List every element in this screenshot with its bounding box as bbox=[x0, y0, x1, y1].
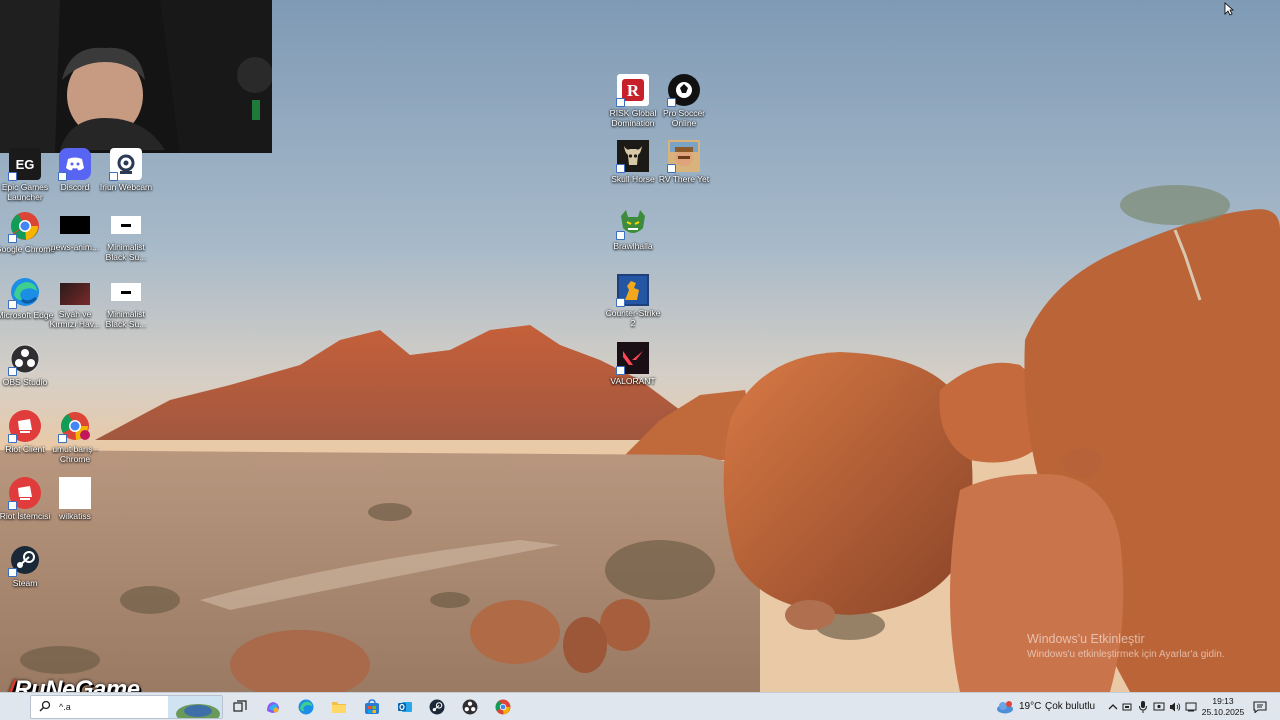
tray-app-icon bbox=[1122, 703, 1132, 711]
microsoft-store-icon bbox=[365, 699, 379, 714]
pro-soccer-icon bbox=[667, 74, 700, 107]
weather-temp: 19°C bbox=[1019, 701, 1042, 712]
risk-icon: R bbox=[616, 74, 649, 107]
taskbar-chrome-button[interactable] bbox=[493, 697, 513, 717]
counter-strike-icon bbox=[616, 274, 649, 307]
desktop-icon-minimalist-black-2[interactable]: Minimalist Black Su... bbox=[99, 283, 153, 329]
svg-text:R: R bbox=[627, 81, 640, 100]
taskbar-obs-button[interactable] bbox=[460, 697, 480, 717]
clock-time: 19:13 bbox=[1212, 696, 1234, 706]
display-button[interactable] bbox=[1151, 697, 1167, 717]
taskbar-search[interactable] bbox=[30, 695, 223, 719]
obs-icon bbox=[8, 343, 41, 376]
weather-button[interactable] bbox=[995, 697, 1015, 717]
chevron-up-icon bbox=[1108, 704, 1118, 710]
activate-subtitle: Windows'u etkinleştirmek için Ayarlar'a … bbox=[1027, 649, 1225, 660]
desktop-icon-steam[interactable]: Steam bbox=[0, 544, 52, 588]
outlook-button[interactable] bbox=[395, 697, 415, 717]
image-thumbnail-icon bbox=[60, 283, 90, 305]
desktop-icon-counter-strike-2[interactable]: Counter-Strike 2 bbox=[606, 274, 660, 328]
discord-icon bbox=[58, 148, 91, 181]
notification-center-button[interactable] bbox=[1250, 697, 1270, 717]
activate-title: Windows'u Etkinleştir bbox=[1027, 632, 1145, 646]
epic-games-icon: EG bbox=[8, 148, 41, 181]
desktop-icon-siyah-kirmizi[interactable]: Siyah ve Kırmızı Hav... bbox=[48, 283, 102, 329]
steam-icon bbox=[429, 699, 445, 715]
desktop-icon-news-anim[interactable]: news-anim... bbox=[48, 216, 102, 252]
taskbar: 19°C Çok bulutlu 19:13 25.10.2025 bbox=[0, 692, 1280, 720]
webcam-overlay bbox=[0, 0, 272, 153]
desktop-icon-wilkatiss[interactable]: wilkatiss bbox=[48, 477, 102, 521]
speaker-icon bbox=[1170, 702, 1181, 712]
copilot-button[interactable] bbox=[263, 697, 283, 717]
desktop-icon-obs-studio[interactable]: OBS Studio bbox=[0, 343, 52, 387]
taskbar-steam-button[interactable] bbox=[427, 697, 447, 717]
file-explorer-button[interactable] bbox=[329, 697, 349, 717]
desktop-icon-iriun-webcam[interactable]: Iriun Webcam bbox=[99, 148, 153, 192]
cloud-icon bbox=[997, 701, 1013, 714]
chrome-icon bbox=[495, 699, 511, 715]
edge-icon bbox=[298, 699, 314, 715]
network-button[interactable] bbox=[1183, 697, 1199, 717]
iriun-webcam-icon bbox=[109, 148, 142, 181]
desktop-icon-epic-games[interactable]: EG Epic Games Launcher bbox=[0, 148, 52, 202]
desktop-icon-pro-soccer-online[interactable]: Pro Soccer Online bbox=[657, 74, 711, 128]
blank-file-icon bbox=[59, 477, 91, 509]
task-view-button[interactable] bbox=[230, 697, 250, 717]
riot-client-icon bbox=[8, 477, 41, 510]
file-thumbnail-icon bbox=[111, 283, 141, 301]
copilot-icon bbox=[267, 702, 279, 713]
mouse-cursor-icon bbox=[1224, 2, 1235, 21]
skull-horse-icon bbox=[616, 140, 649, 173]
search-highlight-image bbox=[168, 696, 222, 718]
brawlhalla-icon bbox=[616, 207, 649, 240]
desktop-icon-umut-baris-chrome[interactable]: umut barış - Chrome bbox=[48, 410, 102, 464]
display-icon bbox=[1153, 702, 1165, 711]
outlook-icon bbox=[398, 702, 412, 712]
desktop-icon-risk[interactable]: R RISK Global Domination bbox=[606, 74, 660, 128]
desktop-icon-rv-there-yet[interactable]: RV There Yet bbox=[657, 140, 711, 184]
chrome-profile-icon bbox=[58, 410, 91, 443]
microphone-button[interactable] bbox=[1135, 697, 1151, 717]
desktop-icon-valorant[interactable]: VALORANT bbox=[606, 342, 660, 386]
search-input[interactable] bbox=[59, 700, 169, 714]
edge-icon bbox=[8, 276, 41, 309]
taskbar-clock[interactable]: 19:13 25.10.2025 bbox=[1198, 696, 1248, 718]
network-icon bbox=[1185, 702, 1197, 712]
tray-app-button[interactable] bbox=[1119, 697, 1135, 717]
notification-icon bbox=[1253, 701, 1267, 713]
desktop-icon-skull-horse[interactable]: Skull Horse bbox=[606, 140, 660, 184]
clock-date: 25.10.2025 bbox=[1201, 707, 1245, 717]
search-icon bbox=[39, 700, 51, 715]
rv-there-yet-icon bbox=[667, 140, 700, 173]
task-view-icon bbox=[233, 700, 247, 712]
riot-client-icon bbox=[8, 410, 41, 443]
volume-button[interactable] bbox=[1167, 697, 1183, 717]
obs-icon bbox=[462, 699, 478, 715]
microsoft-store-button[interactable] bbox=[362, 697, 382, 717]
chrome-icon bbox=[8, 210, 41, 243]
steam-icon bbox=[8, 544, 41, 577]
file-thumbnail-icon bbox=[60, 216, 90, 234]
taskbar-edge-button[interactable] bbox=[296, 697, 316, 717]
microphone-icon bbox=[1139, 701, 1147, 713]
weather-description: Çok bulutlu bbox=[1045, 701, 1096, 712]
desktop-icon-brawlhalla[interactable]: Brawlhalla bbox=[606, 207, 660, 251]
desktop-icon-discord[interactable]: Discord bbox=[48, 148, 102, 192]
valorant-icon bbox=[616, 342, 649, 375]
file-thumbnail-icon bbox=[111, 216, 141, 234]
activate-windows-watermark: Windows'u Etkinleştir Windows'u etkinleş… bbox=[1027, 632, 1225, 660]
desktop-icon-minimalist-black-1[interactable]: Minimalist Black Su... bbox=[99, 216, 153, 262]
file-explorer-icon bbox=[332, 702, 346, 713]
